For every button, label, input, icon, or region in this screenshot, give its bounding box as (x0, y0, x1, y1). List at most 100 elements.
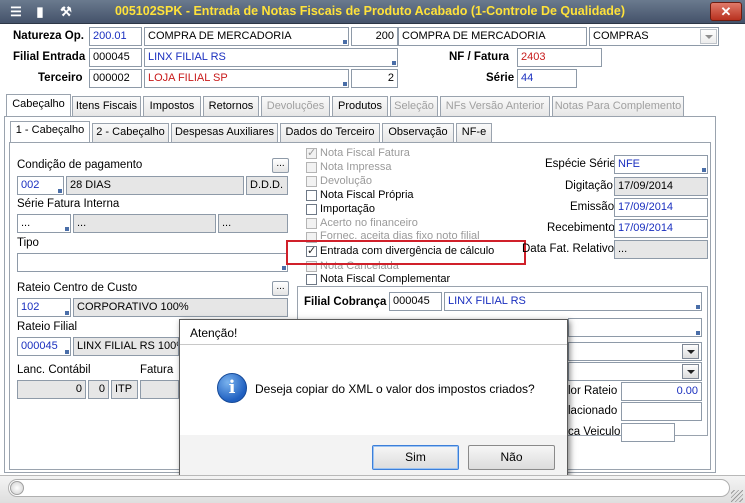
highlight-box (286, 240, 526, 265)
subtab-1-cabecalho[interactable]: 1 - Cabeçalho (10, 121, 90, 142)
status-field (8, 479, 730, 497)
especie-serie-label: Espécie Série (545, 158, 616, 170)
filial-code-field[interactable]: 000045 (89, 48, 142, 67)
data-fat-relativo-field: ... (614, 240, 708, 259)
terceiro-num-field[interactable]: 2 (351, 69, 398, 88)
valor-rateio-label: lor Rateio (568, 385, 618, 397)
nota-impressa-label: Nota Impressa (320, 161, 392, 173)
dialog-title-bar (180, 320, 567, 345)
valor-rateio-field[interactable]: 0.00 (621, 382, 702, 401)
rateio-cc-label: Rateio Centro de Custo (17, 282, 138, 294)
tab-retornos[interactable]: Retornos (203, 96, 259, 116)
serie-field[interactable]: 44 (517, 69, 577, 88)
filial-entrada-label: Filial Entrada (13, 51, 86, 63)
emissao-label: Emissão (570, 201, 615, 213)
nf-fatura-label: NF / Fatura (449, 51, 510, 63)
relacionado-field[interactable] (621, 402, 702, 421)
placa-veiculo-label: ca Veiculo (568, 426, 621, 438)
atencao-dialog: Atenção! i Deseja copiar do XML o valor … (179, 319, 568, 490)
natureza-desc-field[interactable]: COMPRA DE MERCADORIA (144, 27, 349, 46)
serie-interna-field-2: ... (73, 214, 216, 233)
acerto-financeiro-checkbox[interactable] (306, 218, 317, 229)
cobranca-select-1-dropdown-icon[interactable] (682, 344, 699, 359)
lanc-contabil-field-3: ITP (111, 380, 138, 399)
nota-fiscal-complementar-label: Nota Fiscal Complementar (320, 273, 451, 285)
subtab-2-cabecalho[interactable]: 2 - Cabeçalho (92, 123, 169, 142)
nf-fatura-field[interactable]: 2403 (517, 48, 602, 67)
tab-cabecalho[interactable]: Cabeçalho (6, 94, 71, 116)
importacao-label: Importação (320, 203, 376, 215)
serie-interna-field-3: ... (218, 214, 288, 233)
acerto-financeiro-label: Acerto no financeiro (320, 217, 418, 229)
rateio-cc-code-field[interactable]: 102 (17, 298, 71, 317)
system-menu-icon[interactable]: ☰ (6, 3, 26, 21)
filial-desc-field[interactable]: LINX FILIAL RS (144, 48, 398, 67)
lanc-contabil-field-2: 0 (88, 380, 109, 399)
subtab-despesas-auxiliares[interactable]: Despesas Auxiliares (171, 123, 278, 142)
importacao-checkbox[interactable] (306, 204, 317, 215)
filial-cobranca-label: Filial Cobrança (304, 296, 387, 308)
cobranca-select-2-dropdown-icon[interactable] (682, 364, 699, 379)
subtab-nfe[interactable]: NF-e (456, 123, 492, 142)
status-indicator-icon (10, 481, 24, 495)
condicao-pagamento-label: Condição de pagamento (17, 159, 143, 171)
terceiro-label: Terceiro (38, 72, 83, 84)
rateio-filial-desc-field: LINX FILIAL RS 100% (73, 337, 179, 356)
rateio-filial-code-field[interactable]: 000045 (17, 337, 71, 356)
condicao-code-field[interactable]: 002 (17, 176, 64, 195)
subtab-dados-do-terceiro[interactable]: Dados do Terceiro (280, 123, 380, 142)
dialog-title: Atenção! (190, 326, 238, 340)
tab-notas-para-complemento[interactable]: Notas Para Complemento (552, 96, 684, 116)
terceiro-desc-field[interactable]: LOJA FILIAL SP (144, 69, 349, 88)
data-fat-relativo-label: Data Fat. Relativo (522, 243, 615, 255)
tipo-label: Tipo (17, 237, 39, 249)
fatura-field (140, 380, 179, 399)
tipo-field[interactable] (17, 253, 288, 272)
window-title: 005102SPK - Entrada de Notas Fiscais de … (114, 4, 626, 18)
resize-grip-icon[interactable] (731, 490, 743, 502)
tab-produtos[interactable]: Produtos (332, 96, 388, 116)
tab-selecao[interactable]: Seleção (390, 96, 438, 116)
tab-devolucoes[interactable]: Devoluções (261, 96, 330, 116)
serie-interna-field-1[interactable]: ... (17, 214, 71, 233)
info-icon: i (217, 373, 247, 403)
filial-cobranca-code-field[interactable]: 000045 (389, 292, 442, 311)
nota-fiscal-complementar-checkbox[interactable] (306, 274, 317, 285)
placa-veiculo-field[interactable] (621, 423, 675, 442)
subtab-observacao[interactable]: Observação (382, 123, 454, 142)
nota-fiscal-propria-checkbox[interactable] (306, 190, 317, 201)
digitacao-label: Digitação (565, 180, 613, 192)
serie-label: Série (486, 72, 515, 84)
recebimento-field[interactable]: 17/09/2014 (614, 219, 708, 238)
cobranca-field-2[interactable] (568, 318, 702, 337)
wrench-icon[interactable]: ⚒ (56, 3, 76, 21)
lanc-contabil-field: 0 (17, 380, 86, 399)
serie-fatura-interna-label: Série Fatura Interna (17, 198, 120, 210)
nota-fiscal-fatura-checkbox[interactable] (306, 146, 317, 159)
natureza-code-field[interactable]: 200.01 (89, 27, 142, 46)
devolucao-checkbox[interactable] (306, 176, 317, 187)
natureza-desc2-field[interactable]: COMPRA DE MERCADORIA (398, 27, 587, 46)
sim-button[interactable]: Sim (372, 445, 459, 470)
rateio-cc-desc-field: CORPORATIVO 100% (73, 298, 288, 317)
tab-itens-fiscais[interactable]: Itens Fiscais (72, 96, 141, 116)
terceiro-code-field[interactable]: 000002 (89, 69, 142, 88)
natureza-tipo-dropdown-icon[interactable] (700, 29, 717, 44)
nao-button[interactable]: Não (468, 445, 555, 470)
condicao-ddd-field: D.D.D. (246, 176, 288, 195)
natureza-label: Natureza Op. (13, 30, 84, 42)
natureza-num-field[interactable]: 200 (351, 27, 398, 46)
traffic-light-icon[interactable]: ▮ (30, 3, 50, 21)
fatura-label: Fatura (140, 364, 174, 376)
nota-fiscal-fatura-label: Nota Fiscal Fatura (320, 147, 410, 159)
close-button[interactable]: ✕ (710, 2, 742, 21)
relacionado-label: lacionado (568, 405, 618, 417)
rateio-cc-lookup-button[interactable]: ... (272, 281, 289, 296)
filial-cobranca-desc-field[interactable]: LINX FILIAL RS (444, 292, 702, 311)
tab-nfs-versao-anterior[interactable]: NFs Versão Anterior (440, 96, 550, 116)
nota-impressa-checkbox[interactable] (306, 162, 317, 173)
emissao-field[interactable]: 17/09/2014 (614, 198, 708, 217)
condicao-lookup-button[interactable]: ... (272, 158, 289, 173)
especie-serie-field[interactable]: NFE (614, 155, 708, 174)
tab-impostos[interactable]: Impostos (143, 96, 201, 116)
